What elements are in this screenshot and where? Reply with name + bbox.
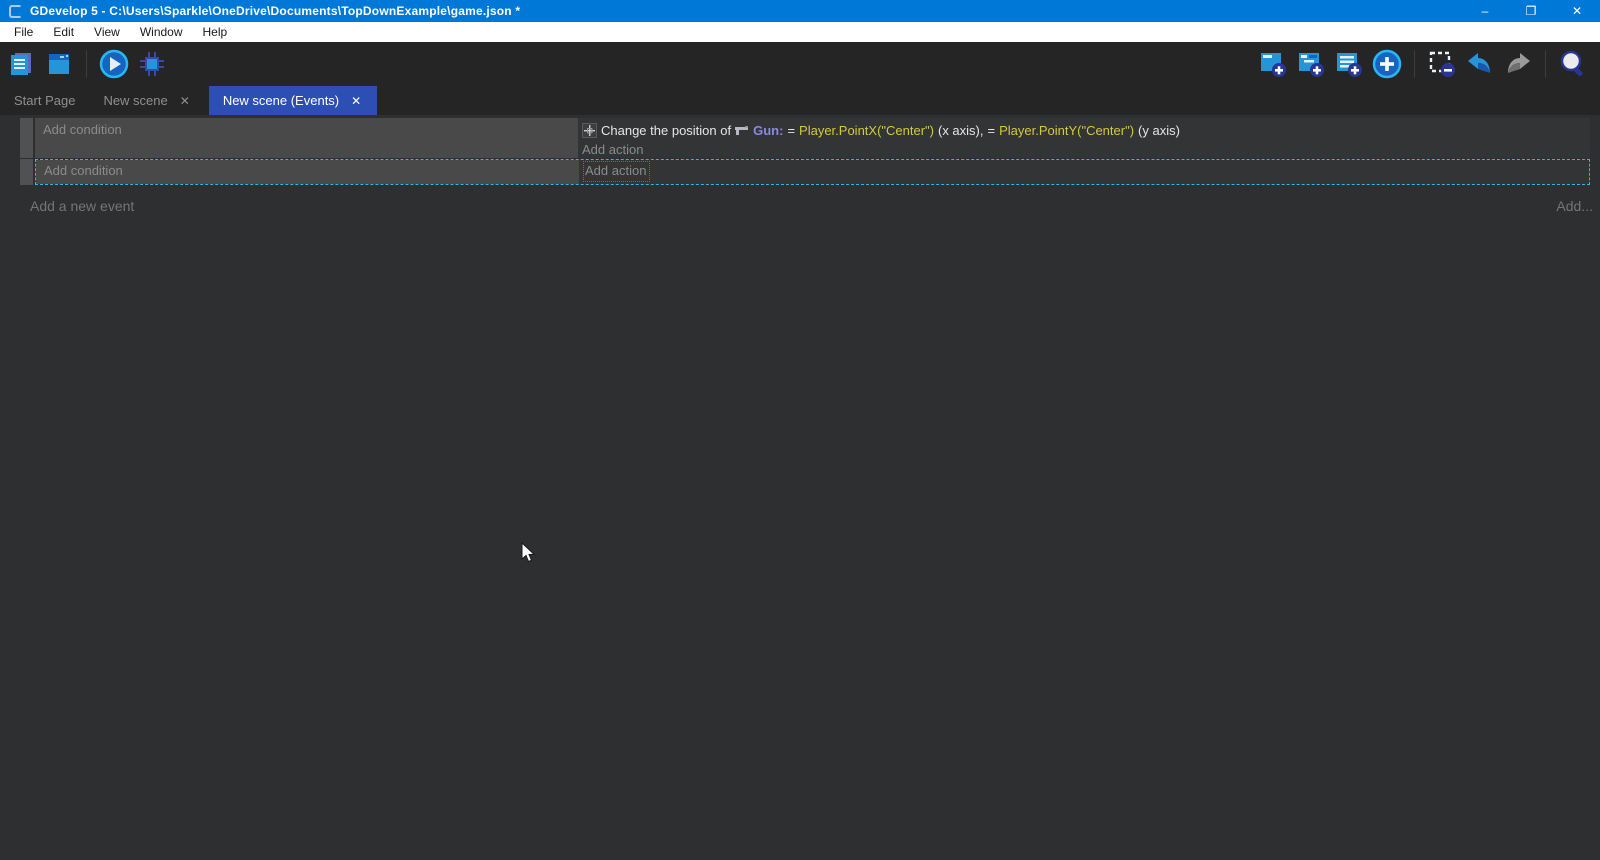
add-new-event-button[interactable]: Add a new event [30,198,134,214]
close-button[interactable]: ✕ [1554,0,1600,22]
project-manager-icon[interactable] [6,49,36,79]
tab-start-page[interactable]: Start Page [0,86,89,115]
add-action-link[interactable]: Add action [582,142,643,157]
remove-selection-icon[interactable] [1427,49,1457,79]
actions-cell[interactable]: Add action [579,160,1589,184]
search-icon[interactable] [1558,49,1588,79]
action-axis-x: (x axis), [938,123,984,138]
action-expression-y: Player.PointY("Center") [999,123,1134,138]
debugger-icon[interactable] [137,49,167,79]
action-operator-x: = [787,123,795,138]
add-comment-icon[interactable] [1334,49,1364,79]
add-condition-link[interactable]: Add condition [43,122,122,137]
add-condition-link[interactable]: Add condition [44,163,123,178]
tab-label: Start Page [14,93,75,108]
tab-close-icon[interactable]: ✕ [349,94,363,108]
gdevelop-logo-icon [9,5,22,18]
position-icon [582,123,597,138]
toolbar [0,42,1600,86]
focused-add-action[interactable]: Add action [583,161,650,182]
add-subevent-icon[interactable] [1296,49,1326,79]
menu-edit[interactable]: Edit [43,22,84,42]
scene-editor-icon[interactable] [44,49,74,79]
restore-button[interactable]: ❐ [1508,0,1554,22]
event-drag-handle[interactable] [20,159,33,185]
add-action-link[interactable]: Add action [585,163,646,178]
menu-bar: File Edit View Window Help [0,22,1600,42]
action-text: Change the position of [601,123,731,138]
minimize-button[interactable]: – [1462,0,1508,22]
menu-help[interactable]: Help [193,22,238,42]
action-change-position[interactable]: Change the position of Gun: = Player.Poi… [582,120,1590,140]
title-bar: GDevelop 5 - C:\Users\Sparkle\OneDrive\D… [0,0,1600,22]
tab-close-icon[interactable]: ✕ [178,94,192,108]
tab-label: New scene [103,93,167,108]
window-title: GDevelop 5 - C:\Users\Sparkle\OneDrive\D… [30,4,1462,18]
add-more-button[interactable]: Add... [1556,198,1593,214]
event-row-2[interactable]: Add condition Add action [20,159,1590,185]
menu-file[interactable]: File [4,22,43,42]
add-circle-icon[interactable] [1372,49,1402,79]
mouse-cursor [521,542,537,569]
actions-cell[interactable]: Change the position of Gun: = Player.Poi… [578,118,1590,158]
tab-label: New scene (Events) [223,93,339,108]
redo-icon[interactable] [1503,49,1533,79]
tab-new-scene-events[interactable]: New scene (Events) ✕ [209,86,377,115]
events-sheet: Add condition Change the position of [0,115,1600,860]
toolbar-separator [1414,50,1415,78]
conditions-cell[interactable]: Add condition [36,160,579,184]
add-event-icon[interactable] [1258,49,1288,79]
gun-sprite-icon [735,125,749,136]
preview-play-icon[interactable] [99,49,129,79]
selected-event-outline: Add condition Add action [35,159,1590,185]
menu-window[interactable]: Window [130,22,193,42]
conditions-cell[interactable]: Add condition [35,118,578,158]
tab-bar: Start Page New scene ✕ New scene (Events… [0,86,1600,115]
action-operator-y: = [987,123,995,138]
toolbar-separator [1545,50,1546,78]
action-axis-y: (y axis) [1138,123,1180,138]
event-drag-handle[interactable] [20,118,33,158]
action-object-name: Gun: [753,123,783,138]
menu-view[interactable]: View [84,22,130,42]
event-row-1[interactable]: Add condition Change the position of [20,118,1590,158]
undo-icon[interactable] [1465,49,1495,79]
tab-new-scene[interactable]: New scene ✕ [89,86,205,115]
toolbar-separator [86,50,87,78]
action-expression-x: Player.PointX("Center") [799,123,934,138]
